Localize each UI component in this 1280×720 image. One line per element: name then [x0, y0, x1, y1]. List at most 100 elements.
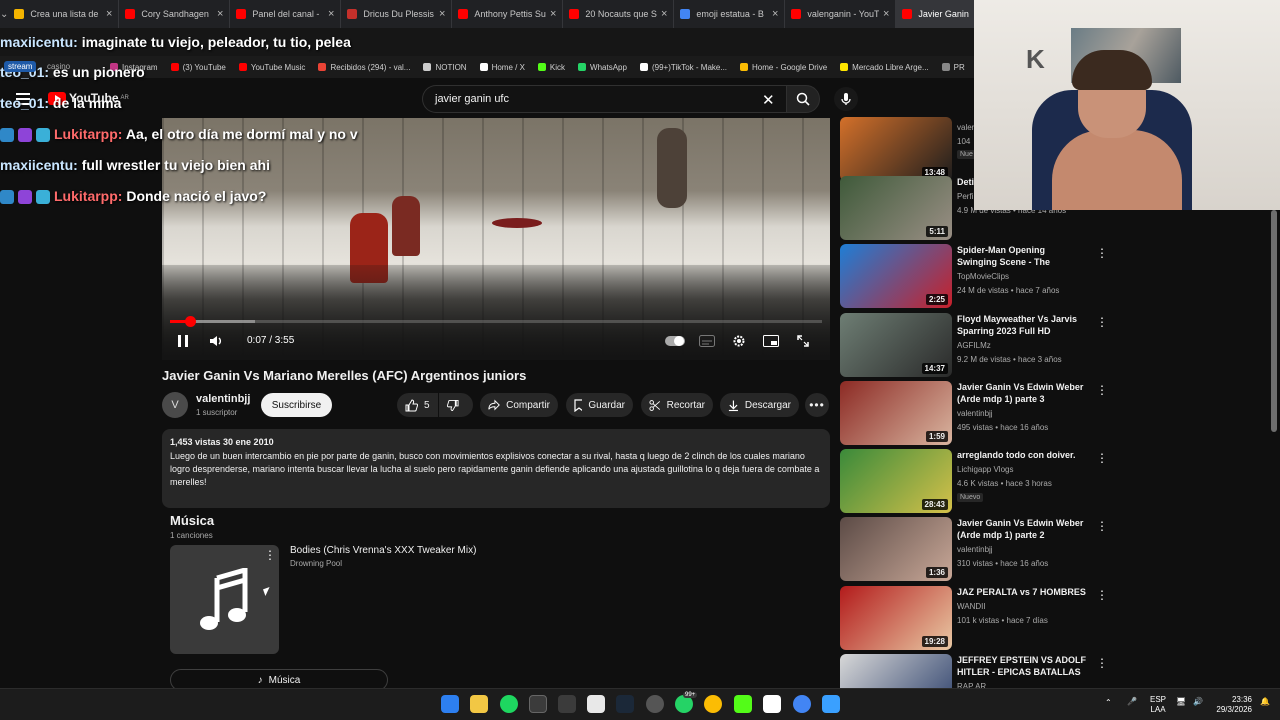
more-vertical-icon[interactable]: ⋮ [1096, 519, 1108, 533]
kick-icon[interactable] [734, 695, 752, 713]
description-box[interactable]: 1,453 vistas 30 ene 2010 Luego de un bue… [162, 429, 830, 508]
chrome-active-icon[interactable] [793, 695, 811, 713]
more-actions-button[interactable]: ••• [805, 393, 829, 417]
bookmark-item[interactable]: Home / X [479, 63, 525, 72]
related-channel[interactable]: valentinbjj [957, 545, 993, 554]
browser-tab[interactable]: 20 Nocauts que S × [563, 0, 675, 28]
related-title[interactable]: arreglando todo con doiver. [957, 449, 1087, 461]
like-button[interactable]: 5 [397, 393, 438, 417]
subtitles-button[interactable] [697, 331, 717, 351]
capcut-icon[interactable] [587, 695, 605, 713]
more-vertical-icon[interactable]: ⋮ [1096, 246, 1108, 260]
related-channel[interactable]: WANDII [957, 602, 986, 611]
related-channel[interactable]: valer [957, 123, 974, 132]
pause-button[interactable] [175, 331, 191, 351]
share-button[interactable]: Compartir [480, 393, 558, 417]
progress-bar[interactable] [170, 316, 822, 327]
video-player[interactable] [162, 118, 830, 360]
clock[interactable]: 23:36 29/3/2026 [1210, 695, 1252, 715]
more-vertical-icon[interactable]: ⋮ [1096, 656, 1108, 670]
fullscreen-button[interactable] [793, 331, 813, 351]
channel-name[interactable]: valentinbjj [196, 393, 250, 405]
related-thumbnail[interactable]: 2:25 [840, 244, 952, 308]
browser-tab[interactable]: valenganin - YouT × [785, 0, 897, 28]
tab-close-icon[interactable]: × [661, 8, 667, 20]
bookmark-item[interactable]: PR [941, 63, 965, 72]
bookmark-item[interactable]: WhatsApp [578, 63, 627, 72]
spotify-icon[interactable] [500, 695, 518, 713]
download-button[interactable]: Descargar [720, 393, 799, 417]
obs-icon[interactable] [646, 695, 664, 713]
mic-tray-icon[interactable]: 🎤 [1127, 697, 1137, 706]
bookmark-item[interactable]: (99+)TikTok - Make... [639, 63, 727, 72]
related-thumbnail[interactable]: 1:36 [840, 517, 952, 581]
tray-chevron-icon[interactable]: ⌃ [1105, 698, 1112, 707]
related-thumbnail[interactable]: 13:48 [840, 117, 952, 181]
browser-tab[interactable]: Anthony Pettis Su × [452, 0, 564, 28]
related-thumbnail[interactable]: 28:43 [840, 449, 952, 513]
related-title[interactable]: Javier Ganin Vs Edwin Weber (Arde mdp 1)… [957, 381, 1087, 405]
more-vertical-icon[interactable]: ⋮ [1096, 315, 1108, 329]
language-indicator[interactable]: ESP LAA [1150, 695, 1166, 715]
notifications-icon[interactable]: 🔔 [1260, 697, 1270, 706]
related-channel[interactable]: AGFILMz [957, 341, 991, 350]
tab-close-icon[interactable]: × [550, 8, 556, 20]
notion-icon[interactable] [763, 695, 781, 713]
browser-tab[interactable]: emoji estatua - B × [674, 0, 786, 28]
tab-list-chevron-icon[interactable]: ⌄ [0, 0, 8, 28]
music-card[interactable] [170, 545, 279, 654]
related-title[interactable]: JAZ PERALTA vs 7 HOMBRES [957, 586, 1087, 598]
song-artist[interactable]: Drowning Pool [290, 559, 342, 568]
browser-tab[interactable]: Crea una lista de × [8, 0, 120, 28]
related-title[interactable]: JEFFREY EPSTEIN VS ADOLF HITLER - EPICAS… [957, 654, 1087, 679]
bookmark-item[interactable]: Recibidos (294) - val... [318, 63, 410, 72]
tab-close-icon[interactable]: × [439, 8, 445, 20]
autoplay-toggle[interactable] [664, 331, 686, 351]
bookmark-item[interactable]: Mercado Libre Arge... [840, 63, 929, 72]
start-menu-icon[interactable] [441, 695, 459, 713]
related-video[interactable]: 1:36 Javier Ganin Vs Edwin Weber (Arde md… [840, 517, 1108, 581]
related-channel[interactable]: TopMovieClips [957, 272, 1009, 281]
more-vertical-icon[interactable]: ⋮ [1096, 383, 1108, 397]
settings-button[interactable] [729, 331, 749, 351]
related-channel[interactable]: Perfi [957, 192, 973, 201]
bookmark-item[interactable]: (3) YouTube [170, 63, 226, 72]
volume-tray-icon[interactable]: 🔊 [1193, 697, 1203, 706]
browser-tab[interactable]: Panel del canal - × [230, 0, 342, 28]
related-title[interactable]: Javier Ganin Vs Edwin Weber (Arde mdp 1)… [957, 517, 1087, 541]
channel-avatar[interactable]: V [162, 392, 188, 418]
steam-icon[interactable] [616, 695, 634, 713]
store-icon[interactable] [529, 695, 547, 713]
related-title[interactable]: Spider-Man Opening Swinging Scene - The … [957, 244, 1087, 269]
song-title[interactable]: Bodies (Chris Vrenna's XXX Tweaker Mix) [290, 545, 476, 556]
stream-bookmark[interactable]: stream [4, 61, 37, 72]
dislike-button[interactable] [439, 393, 473, 417]
tab-close-icon[interactable]: × [883, 8, 889, 20]
related-channel[interactable]: Lichigapp Vlogs [957, 465, 1013, 474]
related-thumbnail[interactable]: 1:59 [840, 381, 952, 445]
related-thumbnail[interactable]: 19:28 [840, 586, 952, 650]
related-video[interactable]: 28:43 arreglando todo con doiver. Lichigap… [840, 449, 1108, 513]
app-icon[interactable] [558, 695, 576, 713]
subscribe-button[interactable]: Suscribirse [261, 393, 332, 417]
more-vertical-icon[interactable]: ⋮ [1096, 588, 1108, 602]
search-input[interactable]: javier ganin ufc [422, 85, 786, 113]
more-vertical-icon[interactable]: ⋮ [1096, 451, 1108, 465]
tab-close-icon[interactable]: × [217, 8, 223, 20]
volume-button[interactable] [207, 331, 227, 351]
file-explorer-icon[interactable] [470, 695, 488, 713]
page-scrollbar[interactable] [1270, 210, 1278, 688]
browser-tab[interactable]: Dricus Du Plessis × [341, 0, 453, 28]
search-button[interactable] [786, 85, 820, 113]
scrubber-knob[interactable] [184, 316, 196, 327]
bookmark-item[interactable]: Home - Google Drive [740, 63, 827, 72]
related-thumbnail[interactable]: 5:11 [840, 176, 952, 240]
bookmark-item[interactable]: NOTION [423, 63, 467, 72]
casino-bookmark[interactable]: casino [47, 62, 70, 71]
browser-tab[interactable]: Cory Sandhagen × [119, 0, 231, 28]
related-video[interactable]: 14:37 Floyd Mayweather Vs Jarvis Sparring… [840, 313, 1108, 377]
music-card-more-icon[interactable]: ⋮ [264, 548, 276, 562]
clip-button[interactable]: Recortar [641, 393, 713, 417]
related-title[interactable]: Floyd Mayweather Vs Jarvis Sparring 2023… [957, 313, 1087, 337]
tab-close-icon[interactable]: × [772, 8, 778, 20]
